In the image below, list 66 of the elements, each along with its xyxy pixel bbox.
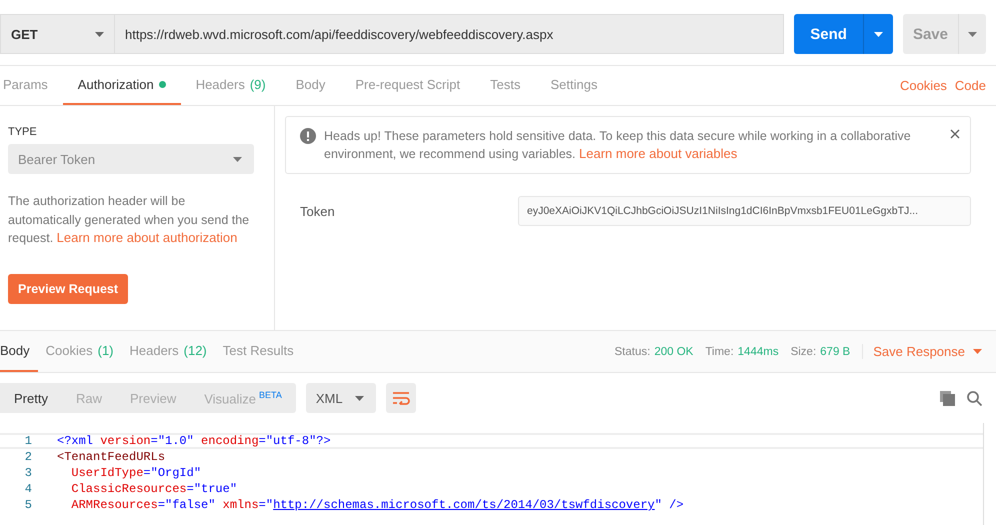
send-options-button[interactable] <box>862 14 893 54</box>
token-field[interactable]: eyJ0eXAiOiJKV1QiLCJhbGciOiJSUzI1NiIsIng1dCI6InBpVmxsb1FEU01LeGgxbTJ... <box>518 196 971 226</box>
status-value: 200 OK <box>654 346 694 358</box>
code-line: <?xml version="1.0" encoding="utf-8"?> <box>57 434 331 448</box>
code-line: ARMResources="false" xmlns="http://schemas.microsoft.com/ts/2014/03/tswfdiscovery" /> <box>70 498 684 512</box>
search-icon[interactable] <box>967 390 982 406</box>
caret-icon <box>874 32 883 36</box>
line-number: 2 <box>24 450 32 464</box>
caret-icon <box>233 156 242 162</box>
wrap-button[interactable] <box>386 383 416 413</box>
url-field[interactable]: https://rdweb.wvd.microsoft.com/api/feeddiscovery/webfeeddiscovery.aspx <box>115 14 784 54</box>
warning-icon <box>300 128 316 144</box>
notice-text: Heads up! These parameters hold sensitive data. To keep this data secure while working in a collaborative environment, we recommend using variables. Learn more about variables <box>324 128 912 163</box>
request-tab[interactable]: Body <box>280 66 340 105</box>
code-line: <TenantFeedURLs <box>57 450 166 464</box>
header-link[interactable]: Cookies <box>900 78 947 93</box>
caret-icon <box>973 349 982 354</box>
learn-more-link[interactable]: Learn more about authorization <box>56 230 238 245</box>
variables-link[interactable]: Learn more about variables <box>579 146 738 161</box>
save-response-button[interactable]: Save Response <box>862 344 982 359</box>
tab-count: (9) <box>250 77 266 92</box>
line-number: 4 <box>24 482 32 496</box>
view-mode-tab[interactable]: Pretty <box>0 383 62 413</box>
status-label: Time: <box>705 346 734 358</box>
code-line: ClassicResources="true" <box>70 482 238 496</box>
caret-icon <box>354 396 364 400</box>
status-value: 679 B <box>820 346 850 358</box>
token-label: Token <box>300 204 336 218</box>
request-tab[interactable]: Headers (9) <box>180 66 281 105</box>
request-tab[interactable]: Params <box>0 66 63 105</box>
response-tab[interactable]: Body <box>0 331 38 372</box>
header-link[interactable]: Code <box>954 78 986 93</box>
wrap-lines-icon <box>392 391 410 405</box>
beta-label: BETA <box>259 390 282 400</box>
method-dropdown[interactable]: GET <box>0 14 115 54</box>
caret-icon <box>968 32 977 36</box>
close-button[interactable] <box>950 129 960 139</box>
caret-icon <box>95 32 104 36</box>
request-tab[interactable]: Tests <box>475 66 536 105</box>
response-tab[interactable]: Headers (12) <box>122 331 215 372</box>
response-tab[interactable]: Cookies (1) <box>38 331 122 372</box>
auth-help-text: The authorization header will be automatically generated when you send the request. Learn more about authorization <box>8 193 250 247</box>
format-dropdown[interactable]: XML <box>306 383 376 413</box>
view-mode-tab[interactable]: Visualize $^{BETA}$ <box>190 383 296 413</box>
status-label: Size: <box>790 346 816 358</box>
close-icon <box>950 129 960 139</box>
status-label: Status: <box>614 346 650 358</box>
line-number: 3 <box>24 466 32 480</box>
save-button[interactable]: Save <box>902 14 958 54</box>
view-mode-tab[interactable]: Raw <box>62 383 116 413</box>
type-label: TYPE <box>8 126 38 138</box>
line-number: 1 <box>24 434 32 448</box>
response-tab[interactable]: Test Results <box>214 331 302 372</box>
view-mode-tab[interactable]: Preview <box>116 383 190 413</box>
code-line: UserIdType="OrgId" <box>70 466 202 480</box>
copy-icon[interactable] <box>940 390 955 406</box>
auth-type-dropdown[interactable]: Bearer Token <box>8 144 254 174</box>
status-value: 1444ms <box>738 346 779 358</box>
line-number: 5 <box>24 498 32 512</box>
tab-count: (12) <box>184 343 207 358</box>
request-tab[interactable]: Authorization <box>62 66 181 105</box>
preview-request-button[interactable]: Preview Request <box>8 274 128 304</box>
tab-count: (1) <box>98 343 114 358</box>
request-tab[interactable]: Settings <box>535 66 612 105</box>
send-button[interactable]: Send <box>794 14 863 54</box>
request-tab[interactable]: Pre-request Script <box>340 66 476 105</box>
